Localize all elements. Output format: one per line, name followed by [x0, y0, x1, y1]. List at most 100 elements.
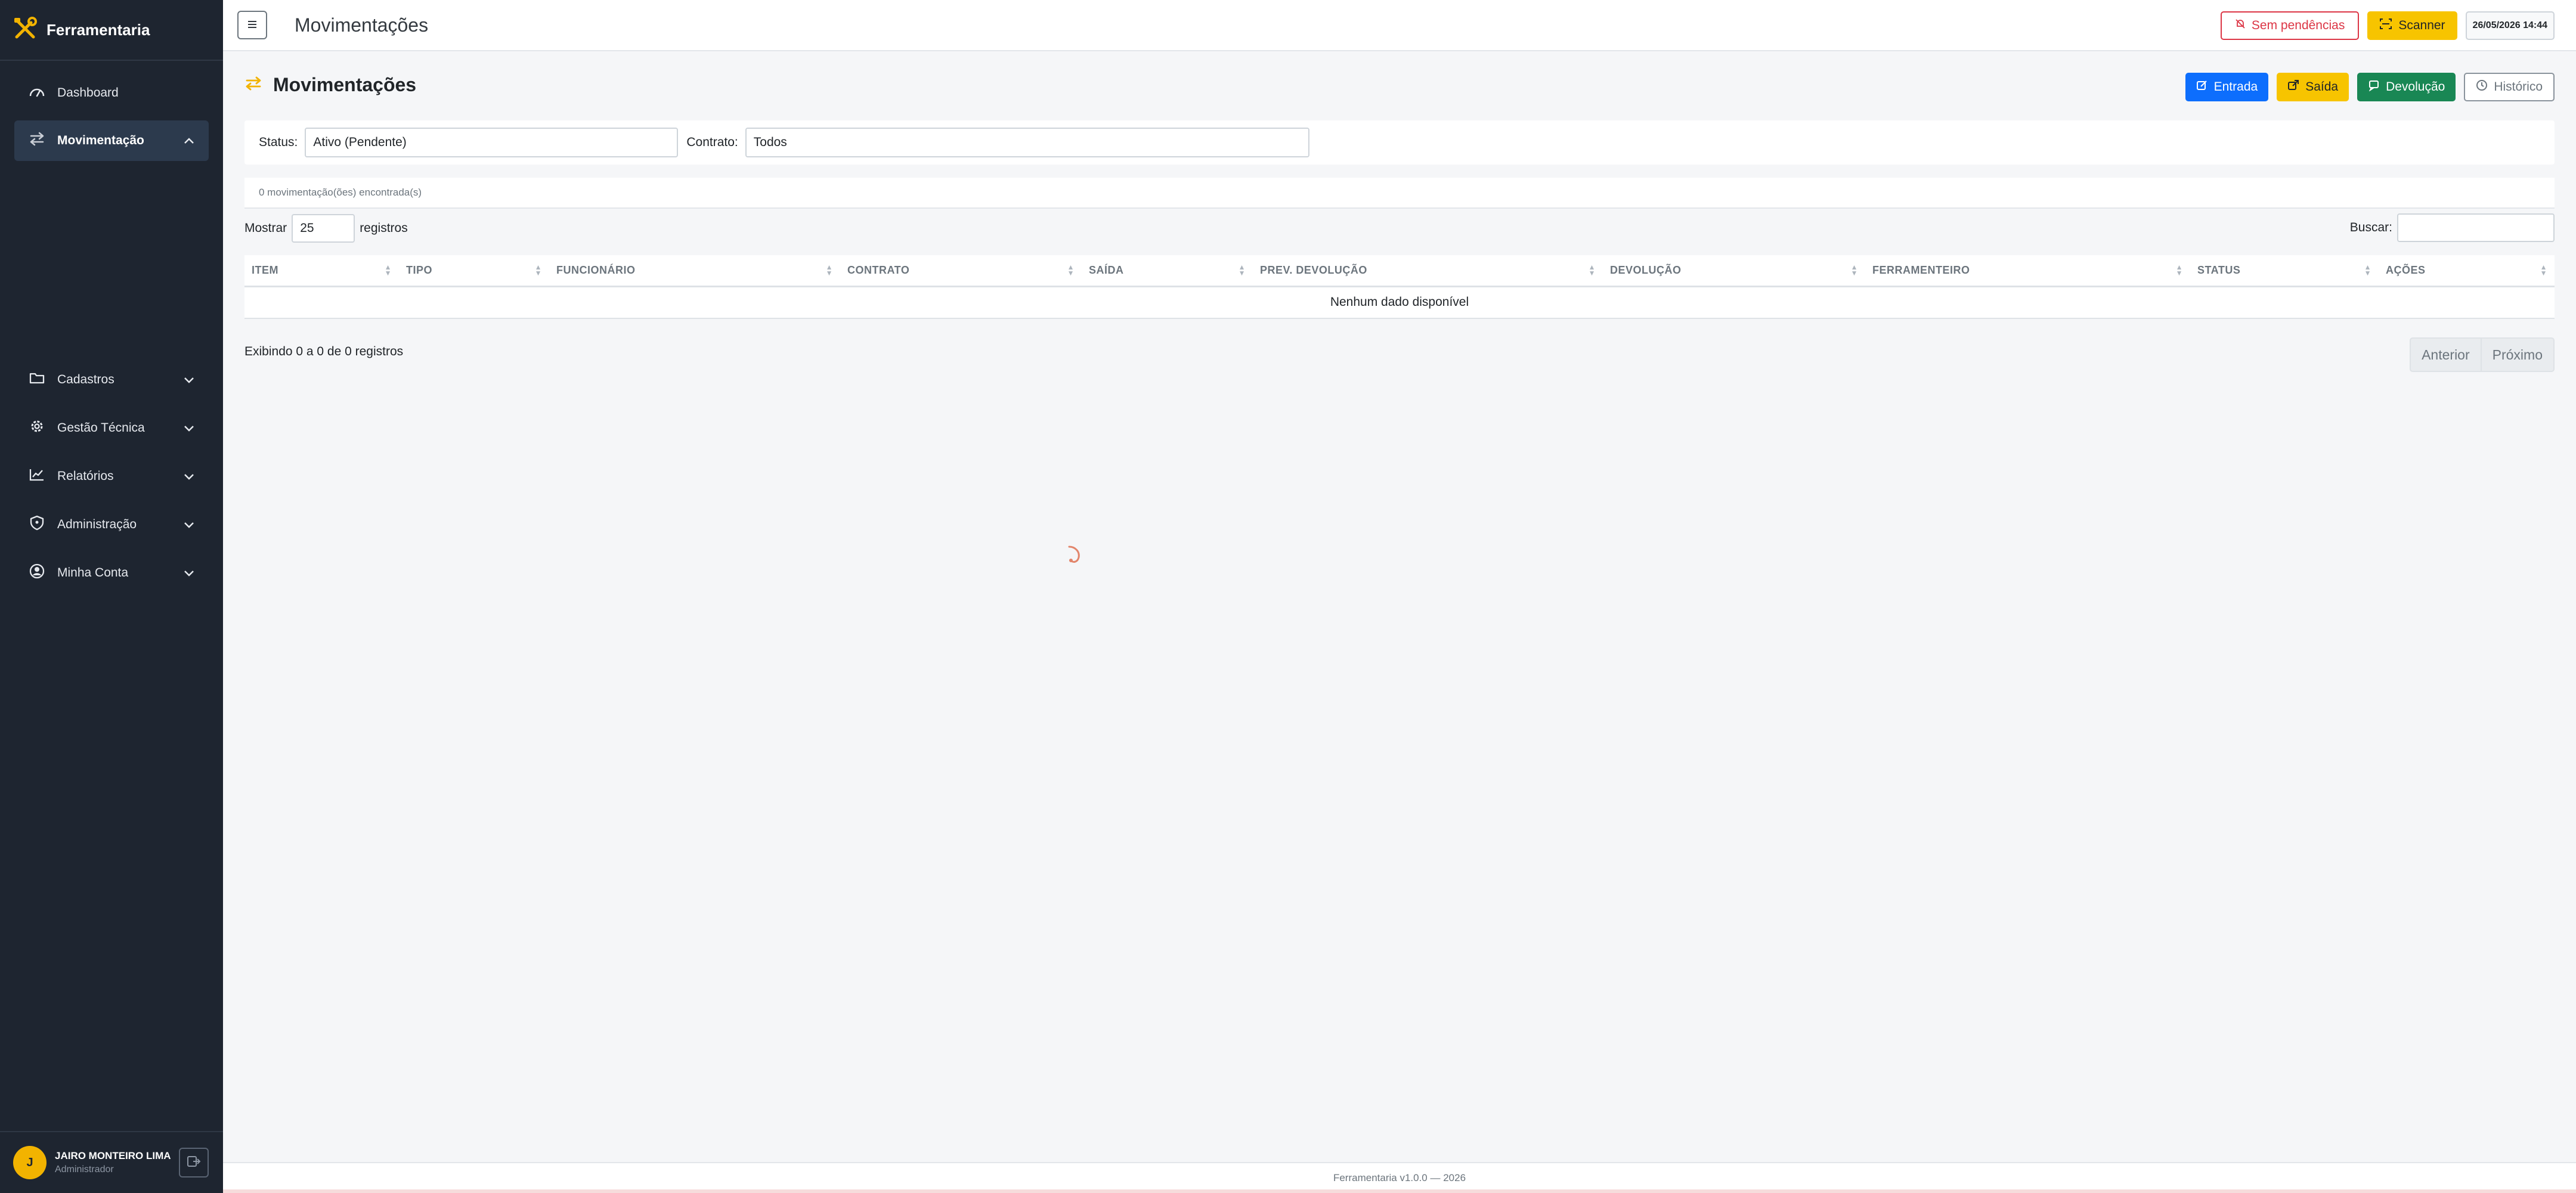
topbar-title: Movimentações [295, 14, 429, 36]
logout-icon [187, 1155, 201, 1171]
page-actions: Entrada Saída Devolução Histórico [2185, 73, 2555, 101]
dashboard-icon [29, 84, 45, 102]
brand-name: Ferramentaria [47, 20, 150, 39]
table-search: Buscar: [2350, 213, 2555, 242]
devolucao-label: Devolução [2386, 80, 2445, 94]
column-header-ferramenteiro[interactable]: FERRAMENTEIRO ▲ ▼ [1865, 255, 2190, 287]
loading-spinner-icon [1066, 544, 1082, 568]
chevron-down-icon [184, 373, 194, 387]
sort-icon: ▲ ▼ [2540, 263, 2547, 278]
sort-icon: ▲ ▼ [1067, 263, 1075, 278]
results-count: 0 movimentação(ões) encontrada(s) [244, 178, 2555, 209]
sidebar-item-label: Cadastros [57, 373, 114, 386]
sidebar: Ferramentaria Dashboard Movimentação Cad… [0, 0, 223, 1193]
sidebar-item-label: Relatórios [57, 469, 114, 483]
saida-button[interactable]: Saída [2277, 73, 2349, 101]
tools-logo-icon [13, 16, 38, 44]
sort-icon: ▲ ▼ [1588, 263, 1596, 278]
sidebar-item-minha-conta[interactable]: Minha Conta [14, 552, 209, 594]
column-header-status[interactable]: STATUS ▲ ▼ [2190, 255, 2379, 287]
user-name: JAIRO MONTEIRO LIMA [55, 1150, 171, 1161]
avatar: J [13, 1146, 47, 1179]
brand[interactable]: Ferramentaria [0, 0, 223, 61]
prev-page-button[interactable]: Anterior [2410, 337, 2482, 372]
sort-icon: ▲ ▼ [534, 263, 542, 278]
sort-icon: ▲ ▼ [2175, 263, 2183, 278]
pending-label: Sem pendências [2251, 18, 2345, 32]
scanner-label: Scanner [2398, 18, 2445, 32]
table-footer: Exibindo 0 a 0 de 0 registros Anterior P… [244, 328, 2555, 376]
status-filter-label: Status: [259, 135, 298, 149]
movements-table: ITEM ▲ ▼ TIPO ▲ ▼ FUNCIONÁRIO ▲ ▼ CONTRATO ▲ ▼ S… [244, 255, 2555, 319]
topbar: Movimentações Sem pendências Scanner 26/… [223, 0, 2576, 51]
sidebar-item-gestao-tecnica[interactable]: Gestão Técnica [14, 407, 209, 449]
column-header-devolucao[interactable]: DEVOLUÇÃO ▲ ▼ [1603, 255, 1865, 287]
empty-table-message: Nenhum dado disponível [244, 286, 2555, 319]
pending-button[interactable]: Sem pendências [2220, 11, 2360, 40]
page-title: Movimentações [273, 74, 417, 95]
entrada-button[interactable]: Entrada [2185, 73, 2269, 101]
sort-icon: ▲ ▼ [384, 263, 392, 278]
sidebar-item-label: Administração [57, 518, 137, 531]
qr-scan-icon [2379, 18, 2392, 33]
table-row: Nenhum dado disponível [244, 286, 2555, 319]
table-info: Exibindo 0 a 0 de 0 registros [244, 345, 404, 358]
search-label: Buscar: [2349, 221, 2392, 234]
entrada-label: Entrada [2213, 80, 2258, 94]
sort-icon: ▲ ▼ [2364, 263, 2371, 278]
shield-icon [29, 515, 45, 534]
search-input[interactable] [2397, 213, 2555, 242]
column-header-tipo[interactable]: TIPO ▲ ▼ [399, 255, 549, 287]
bell-slash-icon [2235, 18, 2246, 33]
status-filter-select[interactable]: Ativo (Pendente) [305, 128, 679, 157]
column-header-acoes[interactable]: AÇÕES ▲ ▼ [2379, 255, 2555, 287]
next-page-button[interactable]: Próximo [2481, 337, 2555, 372]
sidebar-item-dashboard[interactable]: Dashboard [14, 73, 209, 113]
table-controls: Mostrar 25 registros Buscar: [244, 210, 2555, 247]
historico-button[interactable]: Histórico [2464, 73, 2555, 101]
scanner-button[interactable]: Scanner [2367, 11, 2457, 40]
chart-line-icon [29, 467, 45, 485]
sidebar-user: J JAIRO MONTEIRO LIMA Administrador [0, 1131, 223, 1193]
sidebar-item-label: Dashboard [57, 86, 119, 100]
table-header-row: ITEM ▲ ▼ TIPO ▲ ▼ FUNCIONÁRIO ▲ ▼ CONTRATO ▲ ▼ S… [244, 255, 2555, 287]
column-header-saida[interactable]: SAÍDA ▲ ▼ [1082, 255, 1253, 287]
submenu-area [0, 168, 223, 359]
page-footer: Ferramentaria v1.0.0 — 2026 [223, 1162, 2576, 1193]
column-header-funcionario[interactable]: FUNCIONÁRIO ▲ ▼ [549, 255, 840, 287]
sidebar-item-label: Movimentação [57, 134, 144, 147]
pagination: Anterior Próximo [2410, 337, 2555, 372]
gear-icon [29, 419, 45, 438]
sidebar-item-movimentacao[interactable]: Movimentação [14, 120, 209, 161]
page-length-select[interactable]: 25 [292, 214, 355, 243]
sidebar-nav: Dashboard Movimentação Cadastros Gestão … [0, 61, 223, 594]
column-header-prev-devolucao[interactable]: PREV. DEVOLUÇÃO ▲ ▼ [1253, 255, 1603, 287]
sort-icon: ▲ ▼ [1850, 263, 1858, 278]
sidebar-item-relatorios[interactable]: Relatórios [14, 455, 209, 497]
user-role: Administrador [55, 1164, 114, 1175]
contract-filter-label: Contrato: [686, 135, 738, 149]
historico-label: Histórico [2494, 80, 2543, 94]
sidebar-item-label: Minha Conta [57, 566, 129, 580]
column-header-contrato[interactable]: CONTRATO ▲ ▼ [840, 255, 1082, 287]
footer-accent [223, 1189, 2576, 1193]
sidebar-item-cadastros[interactable]: Cadastros [14, 359, 209, 401]
chevron-up-icon [184, 134, 194, 148]
logout-button[interactable] [179, 1148, 209, 1177]
sidebar-item-administracao[interactable]: Administração [14, 504, 209, 546]
user-circle-icon [29, 563, 45, 582]
devolucao-button[interactable]: Devolução [2357, 73, 2456, 101]
swap-icon [29, 132, 45, 150]
menu-toggle-button[interactable] [237, 11, 267, 39]
datetime-display: 26/05/2026 14:44 [2465, 11, 2555, 40]
filter-card: Status: Ativo (Pendente) Contrato: Todos [244, 120, 2555, 165]
show-label: Mostrar [244, 221, 287, 235]
column-header-item[interactable]: ITEM ▲ ▼ [244, 255, 399, 287]
sort-icon: ▲ ▼ [1238, 263, 1246, 278]
edit-square-icon [2196, 79, 2208, 95]
folder-icon [29, 371, 45, 389]
contract-filter-select[interactable]: Todos [745, 128, 1309, 157]
menu-icon [247, 19, 258, 32]
main-content: Movimentações Entrada Saída Devolução Hi… [223, 51, 2576, 1162]
reply-icon [2368, 79, 2380, 95]
